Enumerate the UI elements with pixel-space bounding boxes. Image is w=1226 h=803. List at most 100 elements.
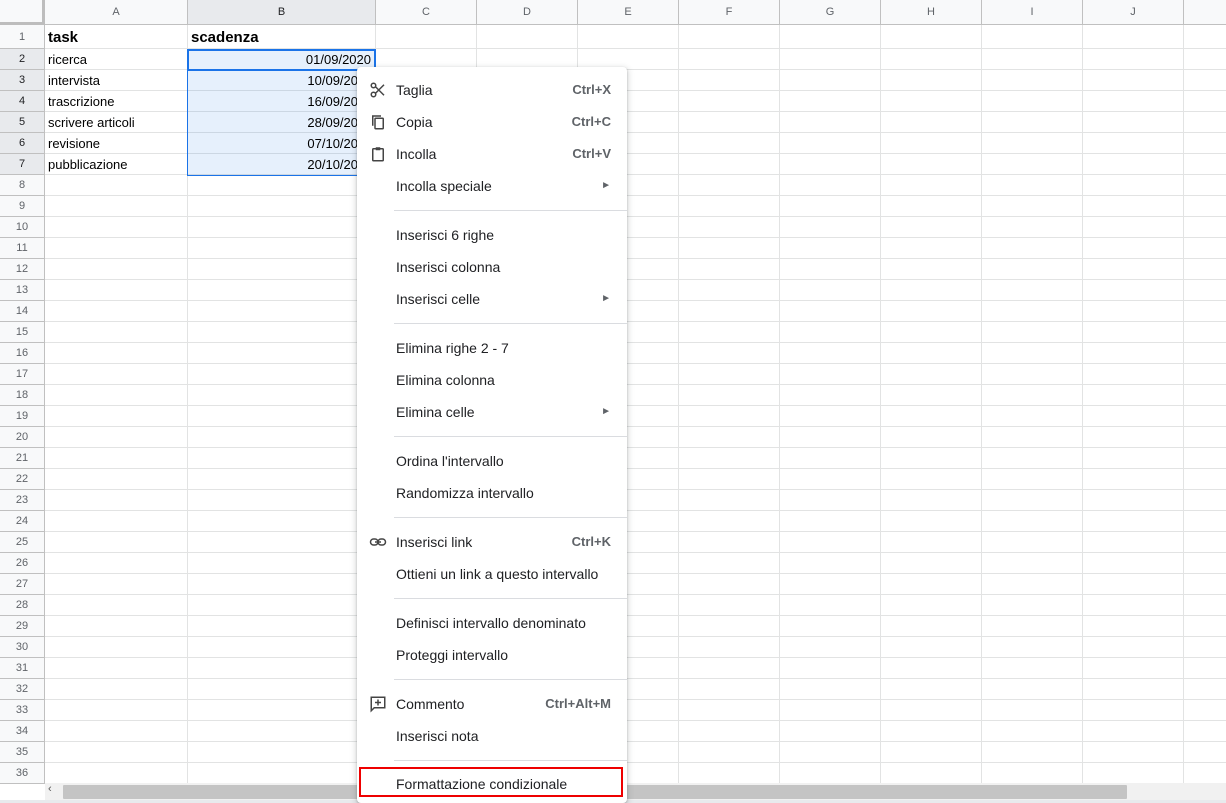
cell-b6[interactable]: 07/10/20 [188,134,359,154]
cell-a4[interactable]: trascrizione [45,92,187,112]
row-header-11[interactable]: 11 [0,238,45,259]
row-header-16[interactable]: 16 [0,343,45,364]
menu-item-insert-column[interactable]: Inserisci colonna [357,252,627,282]
menu-item-insert-link[interactable]: Inserisci link Ctrl+K [357,527,627,557]
menu-item-copy-shortcut: Ctrl+C [571,114,611,129]
menu-item-delete-column[interactable]: Elimina colonna [357,365,627,395]
menu-item-insert-cells[interactable]: Inserisci celle ► [357,284,627,314]
cell-b1[interactable]: scadenza [188,26,375,49]
grid-line [45,615,1226,616]
row-header-13[interactable]: 13 [0,280,45,301]
grid-line [45,447,1226,448]
scroll-left-arrow-icon[interactable]: ‹ [48,783,52,795]
menu-item-copy[interactable]: Copia Ctrl+C [357,107,627,137]
menu-item-insert-rows[interactable]: Inserisci 6 righe [357,220,627,250]
menu-item-delete-rows[interactable]: Elimina righe 2 - 7 [357,333,627,363]
grid-line [678,25,679,783]
menu-separator [394,323,627,324]
row-header-8[interactable]: 8 [0,175,45,196]
cell-b4[interactable]: 16/09/20 [188,92,359,112]
grid-line [45,405,1226,406]
cell-a3[interactable]: intervista [45,71,187,91]
column-header-j[interactable]: J [1083,0,1184,25]
row-header-1[interactable]: 1 [0,25,45,49]
row-header-35[interactable]: 35 [0,742,45,763]
row-header-7[interactable]: 7 [0,154,45,175]
grid-line [45,699,1226,700]
row-header-12[interactable]: 12 [0,259,45,280]
row-header-9[interactable]: 9 [0,196,45,217]
row-header-33[interactable]: 33 [0,700,45,721]
grid-line [981,25,982,783]
menu-item-named-range-label: Definisci intervallo denominato [396,615,586,631]
menu-item-paste[interactable]: Incolla Ctrl+V [357,139,627,169]
menu-item-delete-rows-label: Elimina righe 2 - 7 [396,340,509,356]
row-header-10[interactable]: 10 [0,217,45,238]
row-header-5[interactable]: 5 [0,112,45,133]
menu-item-get-link[interactable]: Ottieni un link a questo intervallo [357,559,627,589]
column-header-b[interactable]: B [188,0,376,25]
menu-separator [394,598,627,599]
column-header-i[interactable]: I [982,0,1083,25]
row-header-2[interactable]: 2 [0,49,45,70]
row-header-29[interactable]: 29 [0,616,45,637]
row-header-17[interactable]: 17 [0,364,45,385]
row-header-26[interactable]: 26 [0,553,45,574]
menu-item-cut[interactable]: Taglia Ctrl+X [357,75,627,105]
cell-b5[interactable]: 28/09/20 [188,113,359,133]
select-all-corner[interactable] [0,0,45,25]
row-header-19[interactable]: 19 [0,406,45,427]
submenu-arrow-icon: ► [601,180,611,191]
row-header-36[interactable]: 36 [0,763,45,784]
row-header-25[interactable]: 25 [0,532,45,553]
cell-b3[interactable]: 10/09/20 [188,71,359,91]
grid-line [45,762,1226,763]
column-header-a[interactable]: A [45,0,188,25]
column-header-f[interactable]: F [679,0,780,25]
menu-item-comment[interactable]: Commento Ctrl+Alt+M [357,689,627,719]
column-header-d[interactable]: D [477,0,578,25]
column-header-e[interactable]: E [578,0,679,25]
menu-item-paste-special[interactable]: Incolla speciale ► [357,171,627,201]
row-header-30[interactable]: 30 [0,637,45,658]
grid-line [45,678,1226,679]
row-header-31[interactable]: 31 [0,658,45,679]
row-header-21[interactable]: 21 [0,448,45,469]
menu-item-insert-note[interactable]: Inserisci nota [357,721,627,751]
row-header-20[interactable]: 20 [0,427,45,448]
menu-item-protect-range-label: Proteggi intervallo [396,647,509,663]
row-header-32[interactable]: 32 [0,679,45,700]
grid-line [45,258,1226,259]
row-header-27[interactable]: 27 [0,574,45,595]
cell-b7[interactable]: 20/10/20 [188,155,359,175]
cell-a5[interactable]: scrivere articoli [45,113,187,133]
cell-a2[interactable]: ricerca [45,50,187,70]
row-header-34[interactable]: 34 [0,721,45,742]
row-header-24[interactable]: 24 [0,511,45,532]
row-header-22[interactable]: 22 [0,469,45,490]
row-header-6[interactable]: 6 [0,133,45,154]
row-header-28[interactable]: 28 [0,595,45,616]
row-header-23[interactable]: 23 [0,490,45,511]
cell-b2[interactable]: 01/09/2020 [188,50,374,70]
row-header-14[interactable]: 14 [0,301,45,322]
column-header-extra [1184,0,1226,25]
menu-item-sort-range[interactable]: Ordina l'intervallo [357,446,627,476]
row-header-3[interactable]: 3 [0,70,45,91]
row-header-4[interactable]: 4 [0,91,45,112]
cell-a7[interactable]: pubblicazione [45,155,187,175]
menu-item-paste-special-label: Incolla speciale [396,178,492,194]
column-header-g[interactable]: G [780,0,881,25]
menu-item-protect-range[interactable]: Proteggi intervallo [357,640,627,670]
column-header-h[interactable]: H [881,0,982,25]
row-header-15[interactable]: 15 [0,322,45,343]
menu-item-delete-cells[interactable]: Elimina celle ► [357,397,627,427]
grid-line [45,510,1226,511]
menu-item-paste-label: Incolla [396,146,437,162]
cell-a1[interactable]: task [45,26,187,49]
row-header-18[interactable]: 18 [0,385,45,406]
menu-item-named-range[interactable]: Definisci intervallo denominato [357,608,627,638]
column-header-c[interactable]: C [376,0,477,25]
menu-item-randomize-range[interactable]: Randomizza intervallo [357,478,627,508]
cell-a6[interactable]: revisione [45,134,187,154]
